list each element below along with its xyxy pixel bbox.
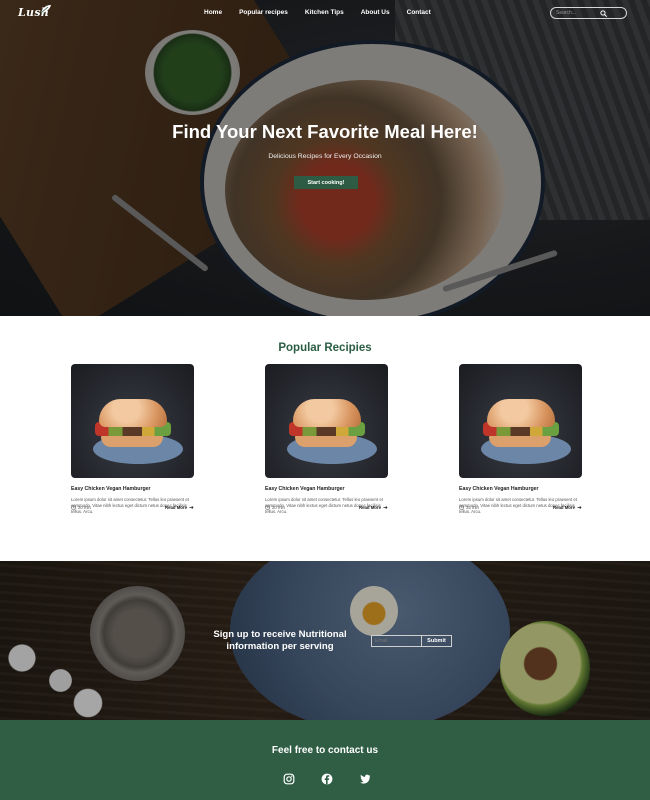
signup-section: Sign up to receive Nutritional informati… — [0, 561, 650, 720]
read-more-link[interactable]: Read More — [553, 505, 582, 510]
footer: Feel free to contact us — [0, 720, 650, 800]
arrow-right-icon — [383, 506, 388, 509]
search-icon[interactable] — [600, 9, 607, 17]
search-box — [550, 7, 627, 19]
signup-text: Sign up to receive Nutritional informati… — [213, 629, 347, 652]
clock-icon — [459, 505, 464, 510]
recipe-time-label: 20 min — [272, 505, 285, 510]
recipe-footer: 20 min Read More — [265, 505, 388, 510]
recipe-card[interactable]: Easy Chicken Vegan Hamburger Lorem ipsum… — [71, 364, 194, 539]
instagram-icon[interactable] — [283, 773, 295, 785]
hero-subtitle: Delicious Recipes for Every Occasion — [268, 153, 382, 160]
recipe-footer: 25 min Read More — [459, 505, 582, 510]
recipe-card[interactable]: Easy Chicken Vegan Hamburger Lorem ipsum… — [459, 364, 582, 539]
recipe-title[interactable]: Easy Chicken Vegan Hamburger — [265, 486, 388, 492]
recipe-title[interactable]: Easy Chicken Vegan Hamburger — [71, 486, 194, 492]
nav-link-contact[interactable]: Contact — [407, 9, 431, 16]
popular-recipes-section: Popular Recipies Easy Chicken Vegan Hamb… — [0, 316, 650, 561]
email-field[interactable] — [372, 636, 421, 646]
arrow-right-icon — [577, 506, 582, 509]
navbar: Lush Home Popular recipes Kitchen Tips A… — [0, 0, 650, 26]
nav-links: Home Popular recipes Kitchen Tips About … — [204, 9, 431, 16]
recipe-time: 20 min — [71, 505, 91, 510]
section-title: Popular Recipies — [278, 342, 372, 354]
twitter-icon[interactable] — [359, 773, 371, 785]
nav-link-kitchen-tips[interactable]: Kitchen Tips — [305, 9, 344, 16]
nav-link-about-us[interactable]: About Us — [361, 9, 390, 16]
recipe-time: 20 min — [265, 505, 285, 510]
social-links — [283, 773, 371, 785]
submit-button[interactable]: Submit — [421, 636, 451, 646]
read-more-link[interactable]: Read More — [359, 505, 388, 510]
recipe-image — [265, 364, 388, 478]
read-more-label: Read More — [359, 505, 381, 510]
read-more-label: Read More — [553, 505, 575, 510]
facebook-icon[interactable] — [321, 773, 333, 785]
hero-section: Lush Home Popular recipes Kitchen Tips A… — [0, 0, 650, 316]
nav-link-home[interactable]: Home — [204, 9, 222, 16]
footer-title: Feel free to contact us — [271, 745, 379, 756]
arrow-right-icon — [189, 506, 194, 509]
recipe-title[interactable]: Easy Chicken Vegan Hamburger — [459, 486, 582, 492]
read-more-link[interactable]: Read More — [165, 505, 194, 510]
clock-icon — [71, 505, 76, 510]
recipe-image — [459, 364, 582, 478]
hero-title: Find Your Next Favorite Meal Here! — [172, 121, 478, 142]
recipe-card[interactable]: Easy Chicken Vegan Hamburger Lorem ipsum… — [265, 364, 388, 539]
nav-link-popular-recipes[interactable]: Popular recipes — [239, 9, 288, 16]
recipe-time-label: 25 min — [466, 505, 479, 510]
signup-form: Submit — [371, 635, 452, 647]
search-input[interactable] — [556, 10, 600, 16]
recipe-time-label: 20 min — [78, 505, 91, 510]
clock-icon — [265, 505, 270, 510]
leaf-icon — [40, 5, 51, 14]
read-more-label: Read More — [165, 505, 187, 510]
recipe-image — [71, 364, 194, 478]
recipe-footer: 20 min Read More — [71, 505, 194, 510]
recipe-time: 25 min — [459, 505, 479, 510]
start-cooking-button[interactable]: Start cooking! — [294, 176, 358, 189]
